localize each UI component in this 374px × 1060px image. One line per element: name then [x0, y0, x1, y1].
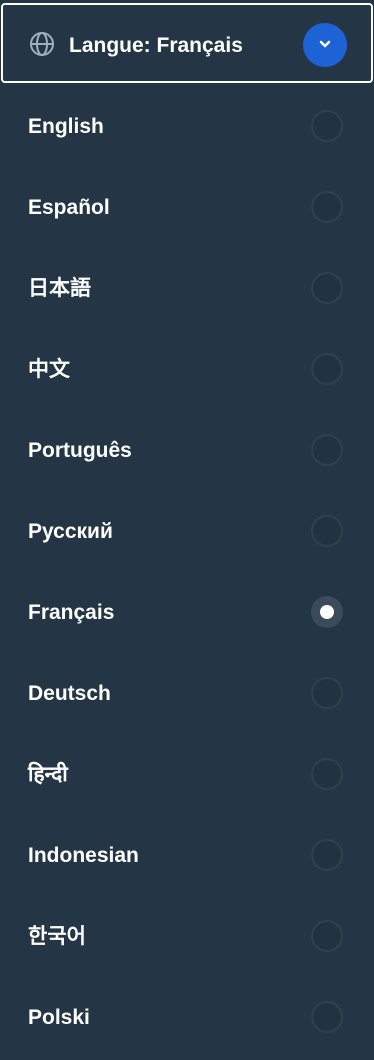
language-radio[interactable]: [311, 758, 343, 790]
language-radio[interactable]: [311, 434, 343, 466]
language-option-label: Français: [28, 601, 115, 624]
language-option[interactable]: Polski: [0, 978, 374, 1059]
language-option[interactable]: Русский: [0, 492, 374, 573]
language-option[interactable]: हिन्दी: [0, 735, 374, 816]
language-option[interactable]: Português: [0, 411, 374, 492]
language-radio-checked[interactable]: [311, 596, 343, 628]
dropdown-toggle-button[interactable]: [303, 23, 347, 67]
language-radio[interactable]: [311, 191, 343, 223]
language-radio[interactable]: [311, 272, 343, 304]
language-radio[interactable]: [311, 515, 343, 547]
chevron-down-icon: [318, 36, 332, 54]
language-selector-header[interactable]: Langue: Français: [1, 3, 373, 83]
language-list: English Español 日本語 中文 Português Русский…: [0, 87, 374, 1059]
language-option-selected[interactable]: Français: [0, 573, 374, 654]
language-option-label: 中文: [28, 358, 70, 381]
language-radio[interactable]: [311, 353, 343, 385]
language-radio[interactable]: [311, 1001, 343, 1033]
language-option-label: Русский: [28, 520, 113, 543]
globe-icon: [29, 31, 55, 57]
language-option-label: English: [28, 115, 104, 138]
language-radio[interactable]: [311, 839, 343, 871]
language-option[interactable]: 中文: [0, 330, 374, 411]
language-option[interactable]: Español: [0, 168, 374, 249]
language-option-label: Deutsch: [28, 682, 111, 705]
language-option[interactable]: 日本語: [0, 249, 374, 330]
language-option-label: Español: [28, 196, 110, 219]
language-radio[interactable]: [311, 110, 343, 142]
language-option[interactable]: English: [0, 87, 374, 168]
language-radio[interactable]: [311, 677, 343, 709]
language-option[interactable]: 한국어: [0, 897, 374, 978]
language-option-label: Português: [28, 439, 132, 462]
current-language-label: Langue: Français: [69, 34, 243, 57]
language-radio[interactable]: [311, 920, 343, 952]
language-option[interactable]: Deutsch: [0, 654, 374, 735]
language-option-label: 日本語: [28, 277, 91, 300]
language-option[interactable]: Indonesian: [0, 816, 374, 897]
language-option-label: Indonesian: [28, 844, 139, 867]
language-option-label: 한국어: [28, 925, 86, 948]
radio-selected-dot: [320, 605, 334, 619]
language-option-label: Polski: [28, 1006, 90, 1029]
language-option-label: हिन्दी: [28, 763, 68, 786]
